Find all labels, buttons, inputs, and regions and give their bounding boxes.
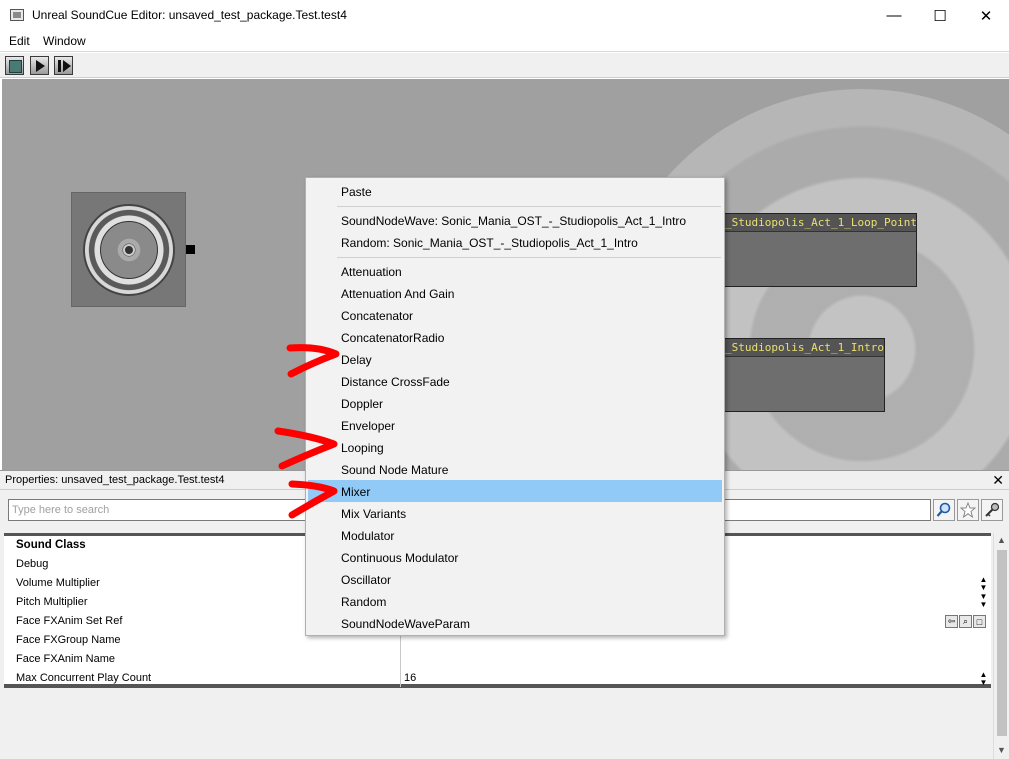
search-icon[interactable] [933,499,955,521]
menu-item-enveloper[interactable]: Enveloper [308,414,722,436]
property-label: Face FXGroup Name [16,634,121,646]
menu-edit[interactable]: Edit [9,34,30,48]
stop-icon[interactable] [5,56,24,75]
property-row[interactable]: Face FXAnim Name [4,650,991,669]
menu-item-attenuation[interactable]: Attenuation [308,260,722,282]
toolbar [0,53,1009,78]
menu-item-mix-variants[interactable]: Mix Variants [308,502,722,524]
properties-close-icon[interactable]: ✕ [992,472,1004,489]
speaker-cap [123,244,135,256]
menu-item-oscillator[interactable]: Oscillator [308,568,722,590]
play-icon[interactable] [30,56,49,75]
play-all-icon[interactable] [54,56,73,75]
use-selected-icon[interactable]: ⇦ [945,615,958,628]
close-button[interactable]: ✕ [963,0,1009,31]
output-speaker-node[interactable] [71,192,186,307]
scroll-thumb[interactable] [997,550,1007,736]
properties-title: Properties: unsaved_test_package.Test.te… [5,474,225,486]
property-label: Face FXAnim Set Ref [16,615,123,627]
spinner-icon[interactable]: ▲ ▼ [979,671,988,687]
menu-window[interactable]: Window [43,34,86,48]
window-title: Unreal SoundCue Editor: unsaved_test_pac… [32,8,347,22]
spinner-icon[interactable]: ▼ ▼ [979,593,988,609]
menu-item-soundnodewave[interactable]: SoundNodeWave: Sonic_Mania_OST_-_Studiop… [308,209,722,231]
property-label: Pitch Multiplier [16,596,88,608]
asset-buttons: ⇦ ⌕ □ [945,615,986,628]
property-label: Volume Multiplier [16,577,100,589]
menu-bar: Edit Window [0,31,1009,52]
favorite-star-icon[interactable] [957,499,979,521]
menu-item-random-wave[interactable]: Random: Sonic_Mania_OST_-_Studiopolis_Ac… [308,231,722,253]
menu-item-distance-crossfade[interactable]: Distance CrossFade [308,370,722,392]
menu-item-mixer[interactable]: Mixer [308,480,722,502]
property-label: Debug [16,558,49,570]
property-value[interactable]: 16 [404,672,416,684]
menu-separator [337,257,721,258]
minimize-button[interactable]: — [871,0,917,31]
menu-item-attenuation-and-gain[interactable]: Attenuation And Gain [308,282,722,304]
output-pin[interactable] [186,245,195,254]
menu-item-soundnodewaveparam[interactable]: SoundNodeWaveParam [308,612,722,634]
maximize-button[interactable]: ☐ [917,0,963,31]
menu-separator [337,206,721,207]
spinner-icon[interactable]: ▲ ▼ [979,576,988,592]
browse-icon[interactable]: ⌕ [959,615,972,628]
menu-item-delay[interactable]: Delay [308,348,722,370]
menu-item-sound-node-mature[interactable]: Sound Node Mature [308,458,722,480]
scroll-up-icon[interactable]: ▲ [997,535,1006,545]
clear-icon[interactable]: □ [973,615,986,628]
menu-item-paste[interactable]: Paste [308,180,722,202]
menu-item-looping[interactable]: Looping [308,436,722,458]
menu-item-modulator[interactable]: Modulator [308,524,722,546]
menu-item-concatenator-radio[interactable]: ConcatenatorRadio [308,326,722,348]
properties-scrollbar[interactable]: ▲ ▼ [993,533,1009,759]
menu-item-concatenator[interactable]: Concatenator [308,304,722,326]
menu-item-doppler[interactable]: Doppler [308,392,722,414]
menu-item-random[interactable]: Random [308,590,722,612]
property-label: Max Concurrent Play Count [16,672,152,684]
menu-item-continuous-modulator[interactable]: Continuous Modulator [308,546,722,568]
context-menu: Paste SoundNodeWave: Sonic_Mania_OST_-_S… [305,177,725,636]
property-row[interactable]: Max Concurrent Play Count 16 ▲ ▼ [4,669,991,688]
scroll-down-icon[interactable]: ▼ [997,745,1006,755]
title-bar: Unreal SoundCue Editor: unsaved_test_pac… [0,0,1009,31]
property-label: Sound Class [16,539,86,551]
lock-key-icon[interactable] [981,499,1003,521]
app-icon [10,9,24,21]
property-label: Face FXAnim Name [16,653,116,665]
